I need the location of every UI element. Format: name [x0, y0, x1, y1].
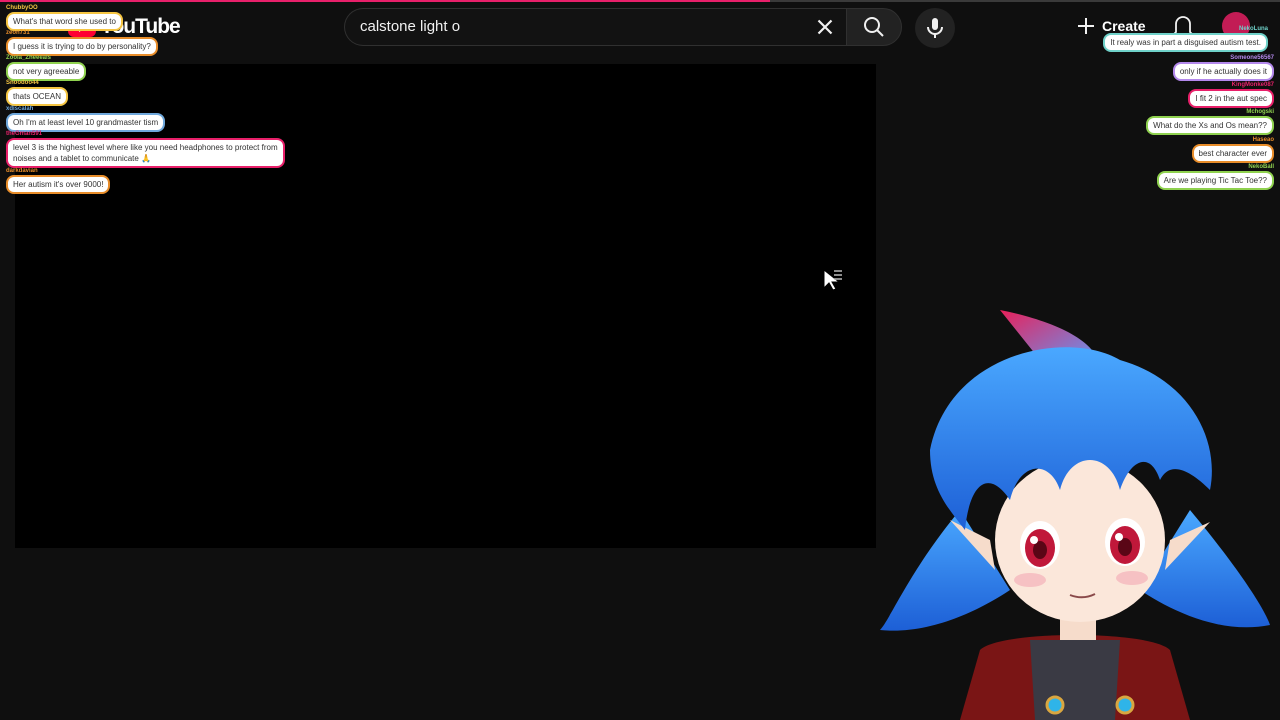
- close-icon[interactable]: [812, 14, 838, 40]
- chat-message: ChubbyOO What's that word she used to: [6, 5, 123, 31]
- chat-text: not very agreeable: [6, 62, 87, 81]
- chat-username: NekoBall: [1248, 164, 1274, 170]
- chat-text: It realy was in part a disguised autism …: [1103, 33, 1268, 52]
- cursor-icon: [823, 268, 842, 291]
- microphone-icon: [927, 18, 943, 38]
- chat-username: theGman591: [6, 131, 43, 137]
- chat-message: Zoola_Zheeeals not very agreeable: [6, 55, 87, 81]
- chat-username: ChubbyOO: [6, 5, 38, 11]
- chat-message: NekoLuna It realy was in part a disguise…: [1103, 26, 1268, 52]
- chat-text: Her autism it's over 9000!: [6, 175, 111, 194]
- chat-username: darkdavian: [6, 168, 38, 174]
- chat-message: NekoBall Are we playing Tic Tac Toe??: [1156, 164, 1274, 190]
- chat-text: level 3 is the highest level where like …: [6, 138, 285, 168]
- chat-text: I guess it is trying to do by personalit…: [6, 37, 158, 56]
- chat-text: only if he actually does it: [1172, 62, 1274, 81]
- chat-text: thats OCEAN: [6, 87, 69, 106]
- chat-username: NekoLuna: [1238, 26, 1268, 32]
- search-icon: [864, 17, 884, 37]
- stream-progress-track: [770, 0, 1280, 2]
- chat-text: What's that word she used to: [6, 12, 123, 31]
- chat-username: xdiscalah: [6, 106, 34, 112]
- chat-text: I fit 2 in the aut spec: [1188, 89, 1274, 108]
- video-player[interactable]: [15, 64, 876, 548]
- chat-message: Mchogski What do the Xs and Os mean??: [1146, 109, 1274, 135]
- chat-text: What do the Xs and Os mean??: [1146, 116, 1274, 135]
- chat-message: Haseao best character ever: [1191, 137, 1274, 163]
- chat-username: Someone56567: [1230, 55, 1274, 61]
- chat-text: Oh I'm at least level 10 grandmaster tis…: [6, 113, 166, 132]
- chat-username: zeon731: [6, 30, 30, 36]
- chat-username: Haseao: [1252, 137, 1274, 143]
- chat-text: best character ever: [1191, 144, 1274, 163]
- search-query[interactable]: calstone light o: [360, 18, 460, 35]
- search-input[interactable]: calstone light o: [344, 8, 846, 46]
- stream-progress-bar: [0, 0, 770, 2]
- chat-message: KingMonke087 I fit 2 in the aut spec: [1188, 82, 1274, 108]
- vtuber-avatar: [880, 310, 1270, 720]
- voice-search-button[interactable]: [915, 8, 955, 48]
- chat-username: Zoola_Zheeeals: [6, 55, 52, 61]
- chat-username: Snoodoo44: [6, 80, 39, 86]
- chat-message: darkdavian Her autism it's over 9000!: [6, 168, 111, 194]
- chat-message: Someone56567 only if he actually does it: [1172, 55, 1274, 81]
- chat-message: Snoodoo44 thats OCEAN: [6, 80, 69, 106]
- plus-icon: [1078, 18, 1094, 34]
- chat-username: Mchogski: [1246, 109, 1274, 115]
- chat-username: KingMonke087: [1231, 82, 1274, 88]
- chat-message: theGman591 level 3 is the highest level …: [6, 131, 285, 168]
- search-button[interactable]: [846, 8, 902, 46]
- create-label: Create: [1102, 18, 1146, 34]
- chat-message: xdiscalah Oh I'm at least level 10 grand…: [6, 106, 166, 132]
- chat-text: Are we playing Tic Tac Toe??: [1156, 171, 1274, 190]
- chat-message: zeon731 I guess it is trying to do by pe…: [6, 30, 158, 56]
